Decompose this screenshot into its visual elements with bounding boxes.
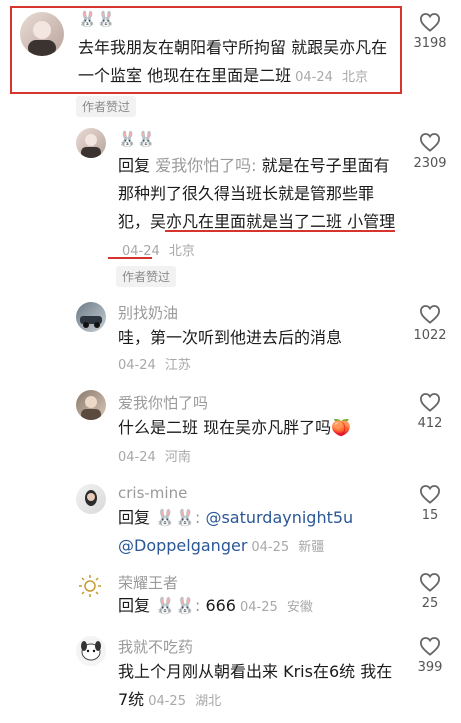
comment-item: 我就不吃药 我上个月刚从朝看出来 Kris在6统 我在7统 04-25 湖北 39… <box>0 632 461 722</box>
like-button[interactable]: 3198 <box>406 12 454 51</box>
comment-location: 北京 <box>168 244 195 259</box>
like-count: 3198 <box>413 36 447 51</box>
comment-item: 别找奶油 哇，第一次听到他进去后的消息 04-24 江苏 1022 <box>0 296 461 376</box>
comment-content: 去年我朋友在朝阳看守所拘留 就跟吴亦凡在一个监室 他现在在里面是二班 <box>78 38 388 85</box>
sun-icon <box>79 575 101 597</box>
heart-outline-icon <box>419 485 441 504</box>
comment-content: 666 <box>205 596 236 615</box>
car-photo-icon <box>80 316 102 328</box>
comment-text: 哇，第一次听到他进去后的消息 <box>118 324 400 352</box>
mention-link[interactable]: @Doppelganger <box>118 536 247 555</box>
comment-time: 04-25 <box>251 540 290 555</box>
avatar-face-icon <box>81 396 101 420</box>
like-button[interactable]: 1022 <box>406 304 454 343</box>
comment-username[interactable]: 我就不吃药 <box>118 636 193 657</box>
heart-outline-icon <box>419 393 441 412</box>
reply-target[interactable]: 爱我你怕了吗: <box>155 156 256 175</box>
like-count: 399 <box>417 660 443 675</box>
comment-time: 04-24 <box>118 358 156 373</box>
like-count: 15 <box>421 508 439 523</box>
comment-text: 回复 🐰🐰: @saturdaynight5u @Doppelganger 04-… <box>118 504 400 562</box>
avatar[interactable] <box>76 484 106 514</box>
comment-meta: 04-24 江苏 <box>114 354 191 373</box>
highlight-underline <box>165 230 395 232</box>
reply-target[interactable]: 🐰🐰: <box>155 596 200 615</box>
comment-location: 新疆 <box>298 540 325 555</box>
avatar[interactable] <box>76 128 106 158</box>
avatar[interactable] <box>20 12 64 56</box>
like-button[interactable]: 412 <box>406 392 454 431</box>
comment-location: 北京 <box>341 70 368 85</box>
comment-location: 河南 <box>164 450 191 465</box>
comment-item: 🐰🐰 回复 爱我你怕了吗: 就是在号子里面有那种判了很久得当班长就是管那些罪犯，… <box>0 122 461 287</box>
comment-text: 回复 爱我你怕了吗: 就是在号子里面有那种判了很久得当班长就是管那些罪犯，吴亦凡… <box>118 152 400 266</box>
heart-outline-icon <box>419 305 441 324</box>
heart-outline-icon <box>419 573 441 592</box>
like-button[interactable]: 15 <box>406 484 454 523</box>
comment-username[interactable]: cris-mine <box>118 484 187 502</box>
comment-item: 荣耀王者 回复 🐰🐰: 666 04-25 安徽 25 <box>0 568 461 628</box>
comment-text: 回复 🐰🐰: 666 04-25 安徽 <box>118 592 400 622</box>
comment-time: 04-24 <box>118 450 156 465</box>
heart-outline-icon <box>419 13 441 32</box>
heart-outline-icon <box>419 637 441 656</box>
comment-username[interactable]: 🐰🐰 <box>78 10 115 28</box>
heart-outline-icon <box>419 133 441 152</box>
comment-text: 去年我朋友在朝阳看守所拘留 就跟吴亦凡在一个监室 他现在在里面是二班 04-24 … <box>78 34 398 92</box>
comment-location: 安徽 <box>286 600 313 615</box>
dog-cartoon-icon <box>81 641 101 661</box>
comment-content: 什么是二班 现在吴亦凡胖了吗🍑 <box>118 418 352 437</box>
comment-time: 04-25 <box>148 694 186 709</box>
comment-content: 哇，第一次听到他进去后的消息 <box>118 328 343 347</box>
comment-time: 04-25 <box>239 600 278 615</box>
avatar-face-icon <box>81 134 101 158</box>
like-count: 1022 <box>413 328 447 343</box>
like-count: 412 <box>417 416 443 431</box>
author-liked-badge: 作者赞过 <box>76 96 137 117</box>
comment-username[interactable]: 荣耀王者 <box>118 572 178 593</box>
comment-location: 湖北 <box>195 694 222 709</box>
comment-username[interactable]: 🐰🐰 <box>118 130 155 148</box>
comment-time: 04-24 <box>295 70 333 85</box>
avatar-face-icon <box>85 490 97 506</box>
reply-label: 回复 <box>118 508 151 527</box>
highlight-underline <box>108 257 152 259</box>
comment-meta: 04-24 河南 <box>114 446 191 465</box>
comment-text: 我上个月刚从朝看出来 Kris在6统 我在7统 04-25 湖北 <box>118 658 400 716</box>
like-button[interactable]: 2309 <box>406 132 454 171</box>
comment-text: 什么是二班 现在吴亦凡胖了吗🍑 <box>118 414 400 442</box>
like-button[interactable]: 25 <box>406 572 454 611</box>
mention-link[interactable]: @saturdaynight5u <box>205 508 353 527</box>
comment-location: 江苏 <box>164 358 191 373</box>
comment-item: cris-mine 回复 🐰🐰: @saturdaynight5u @Doppe… <box>0 480 461 560</box>
reply-label: 回复 <box>118 596 151 615</box>
avatar[interactable] <box>76 302 106 332</box>
comment-username[interactable]: 爱我你怕了吗 <box>118 392 208 413</box>
author-liked-badge: 作者赞过 <box>116 266 177 287</box>
comment-item: 爱我你怕了吗 什么是二班 现在吴亦凡胖了吗🍑 04-24 河南 412 <box>0 384 461 474</box>
avatar[interactable] <box>78 574 102 598</box>
reply-target[interactable]: 🐰🐰: <box>155 508 200 527</box>
comment-username[interactable]: 别找奶油 <box>118 302 178 323</box>
like-count: 2309 <box>413 156 447 171</box>
avatar[interactable] <box>76 390 106 420</box>
reply-label: 回复 <box>118 156 151 175</box>
avatar-face-icon <box>28 21 56 56</box>
avatar[interactable] <box>76 636 106 666</box>
like-count: 25 <box>421 596 439 611</box>
comment-item: 🐰🐰 去年我朋友在朝阳看守所拘留 就跟吴亦凡在一个监室 他现在在里面是二班 04-… <box>0 0 461 120</box>
like-button[interactable]: 399 <box>406 636 454 675</box>
